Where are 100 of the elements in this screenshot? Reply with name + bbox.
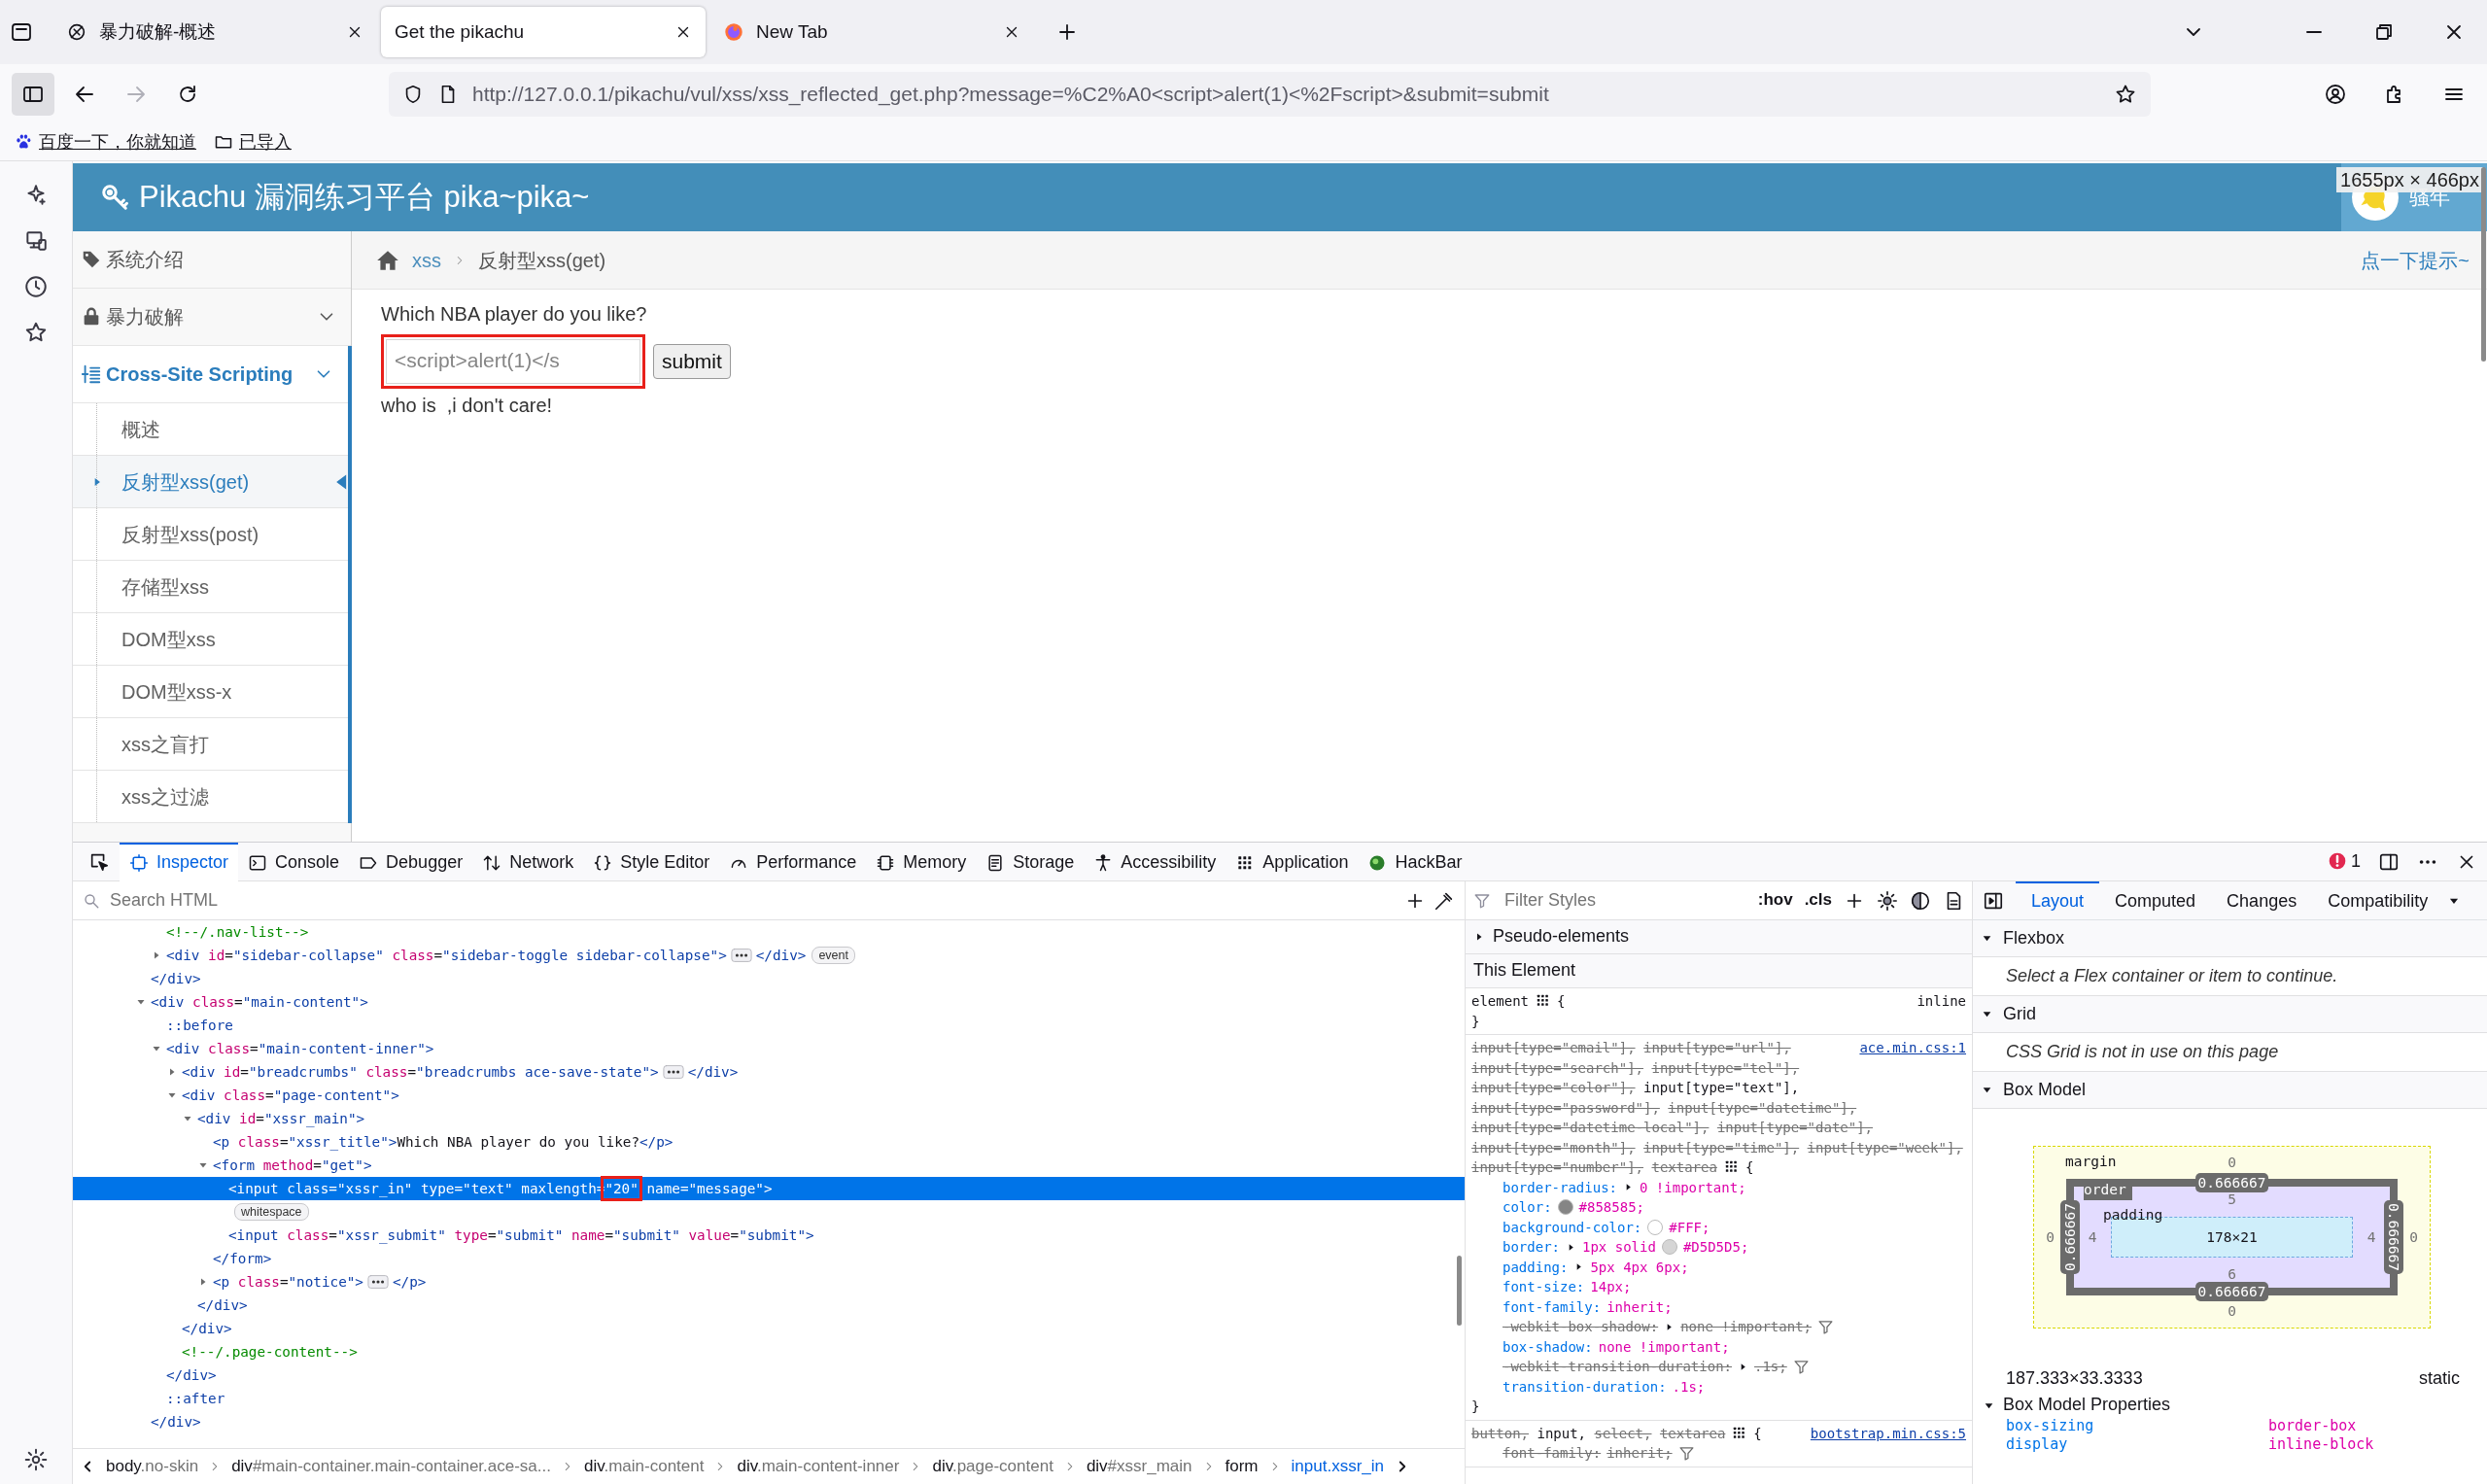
css-property[interactable]: border: <box>1503 1237 1560 1258</box>
submenu-item[interactable]: DOM型xss <box>73 613 348 666</box>
css-value[interactable]: 5px 4px 6px; <box>1590 1257 1689 1277</box>
breadcrumb-item[interactable]: div.main-content <box>584 1455 705 1478</box>
css-property[interactable]: font-family: <box>1503 1296 1602 1317</box>
bookmark[interactable]: 已导入 <box>214 130 292 155</box>
devtools-tab[interactable]: Style Editor <box>583 842 720 881</box>
markup-line[interactable]: <div class="main-content"> <box>151 992 368 1012</box>
markup-line[interactable]: <div id="xssr_main"> <box>197 1109 365 1128</box>
devtools-tab[interactable]: Network <box>472 842 584 881</box>
submenu-item[interactable]: 存储型xss <box>73 561 348 613</box>
devtools-tab[interactable]: Debugger <box>349 842 473 881</box>
event-badge[interactable]: event <box>812 947 855 964</box>
breadcrumb-item[interactable]: body.no-skin <box>106 1455 199 1478</box>
scrollbar-thumb[interactable] <box>1457 1256 1462 1326</box>
css-value[interactable]: #D5D5D5; <box>1682 1237 1749 1258</box>
devices-icon[interactable] <box>23 228 49 254</box>
browser-tab[interactable]: 暴力破解-概述 <box>52 7 377 57</box>
submenu-item[interactable]: xss之盲打 <box>73 718 348 771</box>
submit-button[interactable]: submit <box>653 344 731 379</box>
css-value[interactable]: none !important; <box>1598 1336 1730 1357</box>
breadcrumb-item[interactable]: input.xssr_in <box>1291 1455 1384 1478</box>
markup-line[interactable]: <div id="sidebar-collapse" class="sidebar-toggle sidebar-collapse"> <box>166 946 727 965</box>
submenu-item[interactable]: 反射型xss(post) <box>73 508 348 561</box>
color-swatch[interactable] <box>1557 1199 1573 1216</box>
devtools-tab[interactable]: Accessibility <box>1084 842 1226 881</box>
css-value[interactable]: #858585; <box>1578 1197 1644 1218</box>
css-property[interactable]: border-radius: <box>1503 1177 1617 1197</box>
address-bar[interactable]: http://127.0.0.1/pikachu/vul/xss/xss_reflected_get.php?message=%C2%A0<script>alert(1)<%2Fscript>&submit=submit <box>389 72 2151 117</box>
css-property[interactable]: -webkit-transition-duration: <box>1503 1357 1732 1377</box>
browser-tab[interactable]: Get the pikachu <box>381 7 706 57</box>
css-property[interactable]: background-color: <box>1503 1217 1642 1237</box>
scrollbar-thumb[interactable] <box>2481 167 2486 362</box>
breadcrumb-item[interactable]: div.page-content <box>932 1455 1054 1478</box>
section-header[interactable]: Box Model Properties <box>1973 1394 2487 1417</box>
devtools-tab[interactable]: Memory <box>866 842 977 881</box>
devtools-tab[interactable]: Console <box>238 842 350 881</box>
hint-link[interactable]: 点一下提示~ <box>2361 247 2470 273</box>
css-value[interactable]: 1px solid <box>1582 1237 1656 1258</box>
breadcrumb-item[interactable]: div.main-content-inner <box>737 1455 900 1478</box>
markup-line[interactable]: <form method="get"> <box>213 1156 372 1175</box>
css-property[interactable]: font-family: <box>1503 1443 1602 1464</box>
breadcrumb-item[interactable]: form <box>1225 1455 1259 1478</box>
panel-tab[interactable]: Compatibility <box>2312 881 2444 920</box>
color-swatch[interactable] <box>1647 1219 1664 1235</box>
panel-tab[interactable]: Computed <box>2099 881 2212 920</box>
markup-line[interactable]: <!--/.nav-list--> <box>166 922 309 942</box>
submenu-item[interactable]: DOM型xss-x <box>73 666 348 718</box>
color-swatch[interactable] <box>1661 1239 1677 1256</box>
css-value[interactable]: #FFF; <box>1669 1217 1710 1237</box>
filter-icon[interactable] <box>1817 1318 1834 1335</box>
submenu-item[interactable]: xss之过滤 <box>73 771 348 823</box>
dark-mode-icon[interactable] <box>1910 889 1931 912</box>
css-value[interactable]: inherit; <box>1606 1296 1673 1317</box>
submenu-item[interactable]: 概述 <box>73 403 348 456</box>
grid-icon[interactable] <box>1535 992 1551 1009</box>
whitespace-badge[interactable]: whitespace <box>234 1203 309 1221</box>
source-link[interactable]: ace.min.css:1 <box>1859 1038 1966 1058</box>
markup-line[interactable]: <input class="xssr_submit" type="submit" name="submit" value="submit"> <box>228 1225 814 1245</box>
css-value[interactable]: 0 !important; <box>1640 1177 1746 1197</box>
css-value[interactable]: inherit; <box>1606 1443 1673 1464</box>
section-header[interactable]: Grid <box>1973 996 2487 1033</box>
css-property[interactable]: box-shadow: <box>1503 1336 1593 1357</box>
breadcrumb-item[interactable]: div#xssr_main <box>1086 1455 1192 1478</box>
devtools-tab[interactable]: Storage <box>976 842 1085 881</box>
css-property[interactable]: color: <box>1503 1197 1552 1218</box>
devtools-tab[interactable]: Performance <box>719 842 867 881</box>
devtools-tab[interactable]: Application <box>1226 842 1359 881</box>
sidebar-toggle-button[interactable] <box>12 73 54 116</box>
filter-icon[interactable] <box>1792 1358 1810 1375</box>
markup-line[interactable]: <p class="xssr_title">Which NBA player do you like?</p> <box>213 1132 674 1152</box>
source-link[interactable]: bootstrap.min.css:5 <box>1810 1423 1966 1443</box>
browser-tab[interactable]: New Tab <box>709 7 1034 57</box>
markup-line[interactable]: <div id="breadcrumbs" class="breadcrumbs ace-save-state"> <box>182 1062 659 1082</box>
search-field[interactable]: Search HTML <box>108 887 1397 914</box>
section-header[interactable]: Flexbox <box>1973 920 2487 957</box>
css-value[interactable]: .1s; <box>1672 1376 1706 1397</box>
css-property[interactable]: transition-duration: <box>1503 1376 1667 1397</box>
toggle-button[interactable]: :hov <box>1757 889 1793 912</box>
sidebar-item[interactable]: Cross-Site Scripting <box>73 346 348 403</box>
answer-field[interactable]: <script>alert(1)</s <box>386 339 640 384</box>
account-icon[interactable] <box>2324 83 2347 106</box>
css-property[interactable]: -webkit-box-shadow: <box>1503 1317 1659 1337</box>
markup-line[interactable]: <div class="page-content"> <box>182 1086 399 1105</box>
settings-icon[interactable] <box>23 1447 49 1472</box>
filter-field[interactable]: Filter Styles <box>1503 887 1746 914</box>
submenu-item[interactable]: 反射型xss(get) <box>73 456 348 508</box>
devtools-tab[interactable]: HackBar <box>1358 842 1472 881</box>
light-mode-icon[interactable] <box>1877 889 1898 912</box>
error-icon[interactable] <box>2328 851 2347 872</box>
markup-line[interactable]: <!--/.page-content--> <box>182 1342 358 1362</box>
panel-tab[interactable]: Changes <box>2211 881 2313 920</box>
css-value[interactable]: .1s; <box>1754 1357 1787 1377</box>
css-value[interactable]: none !important; <box>1680 1317 1812 1337</box>
toggle-button[interactable]: .cls <box>1804 889 1832 912</box>
section-header[interactable]: Box Model <box>1973 1072 2487 1109</box>
devtools-tab[interactable]: Inspector <box>120 842 239 881</box>
markup-line[interactable]: ::before <box>166 1016 233 1035</box>
history-icon[interactable] <box>23 274 49 299</box>
css-property[interactable]: font-size: <box>1503 1277 1585 1297</box>
